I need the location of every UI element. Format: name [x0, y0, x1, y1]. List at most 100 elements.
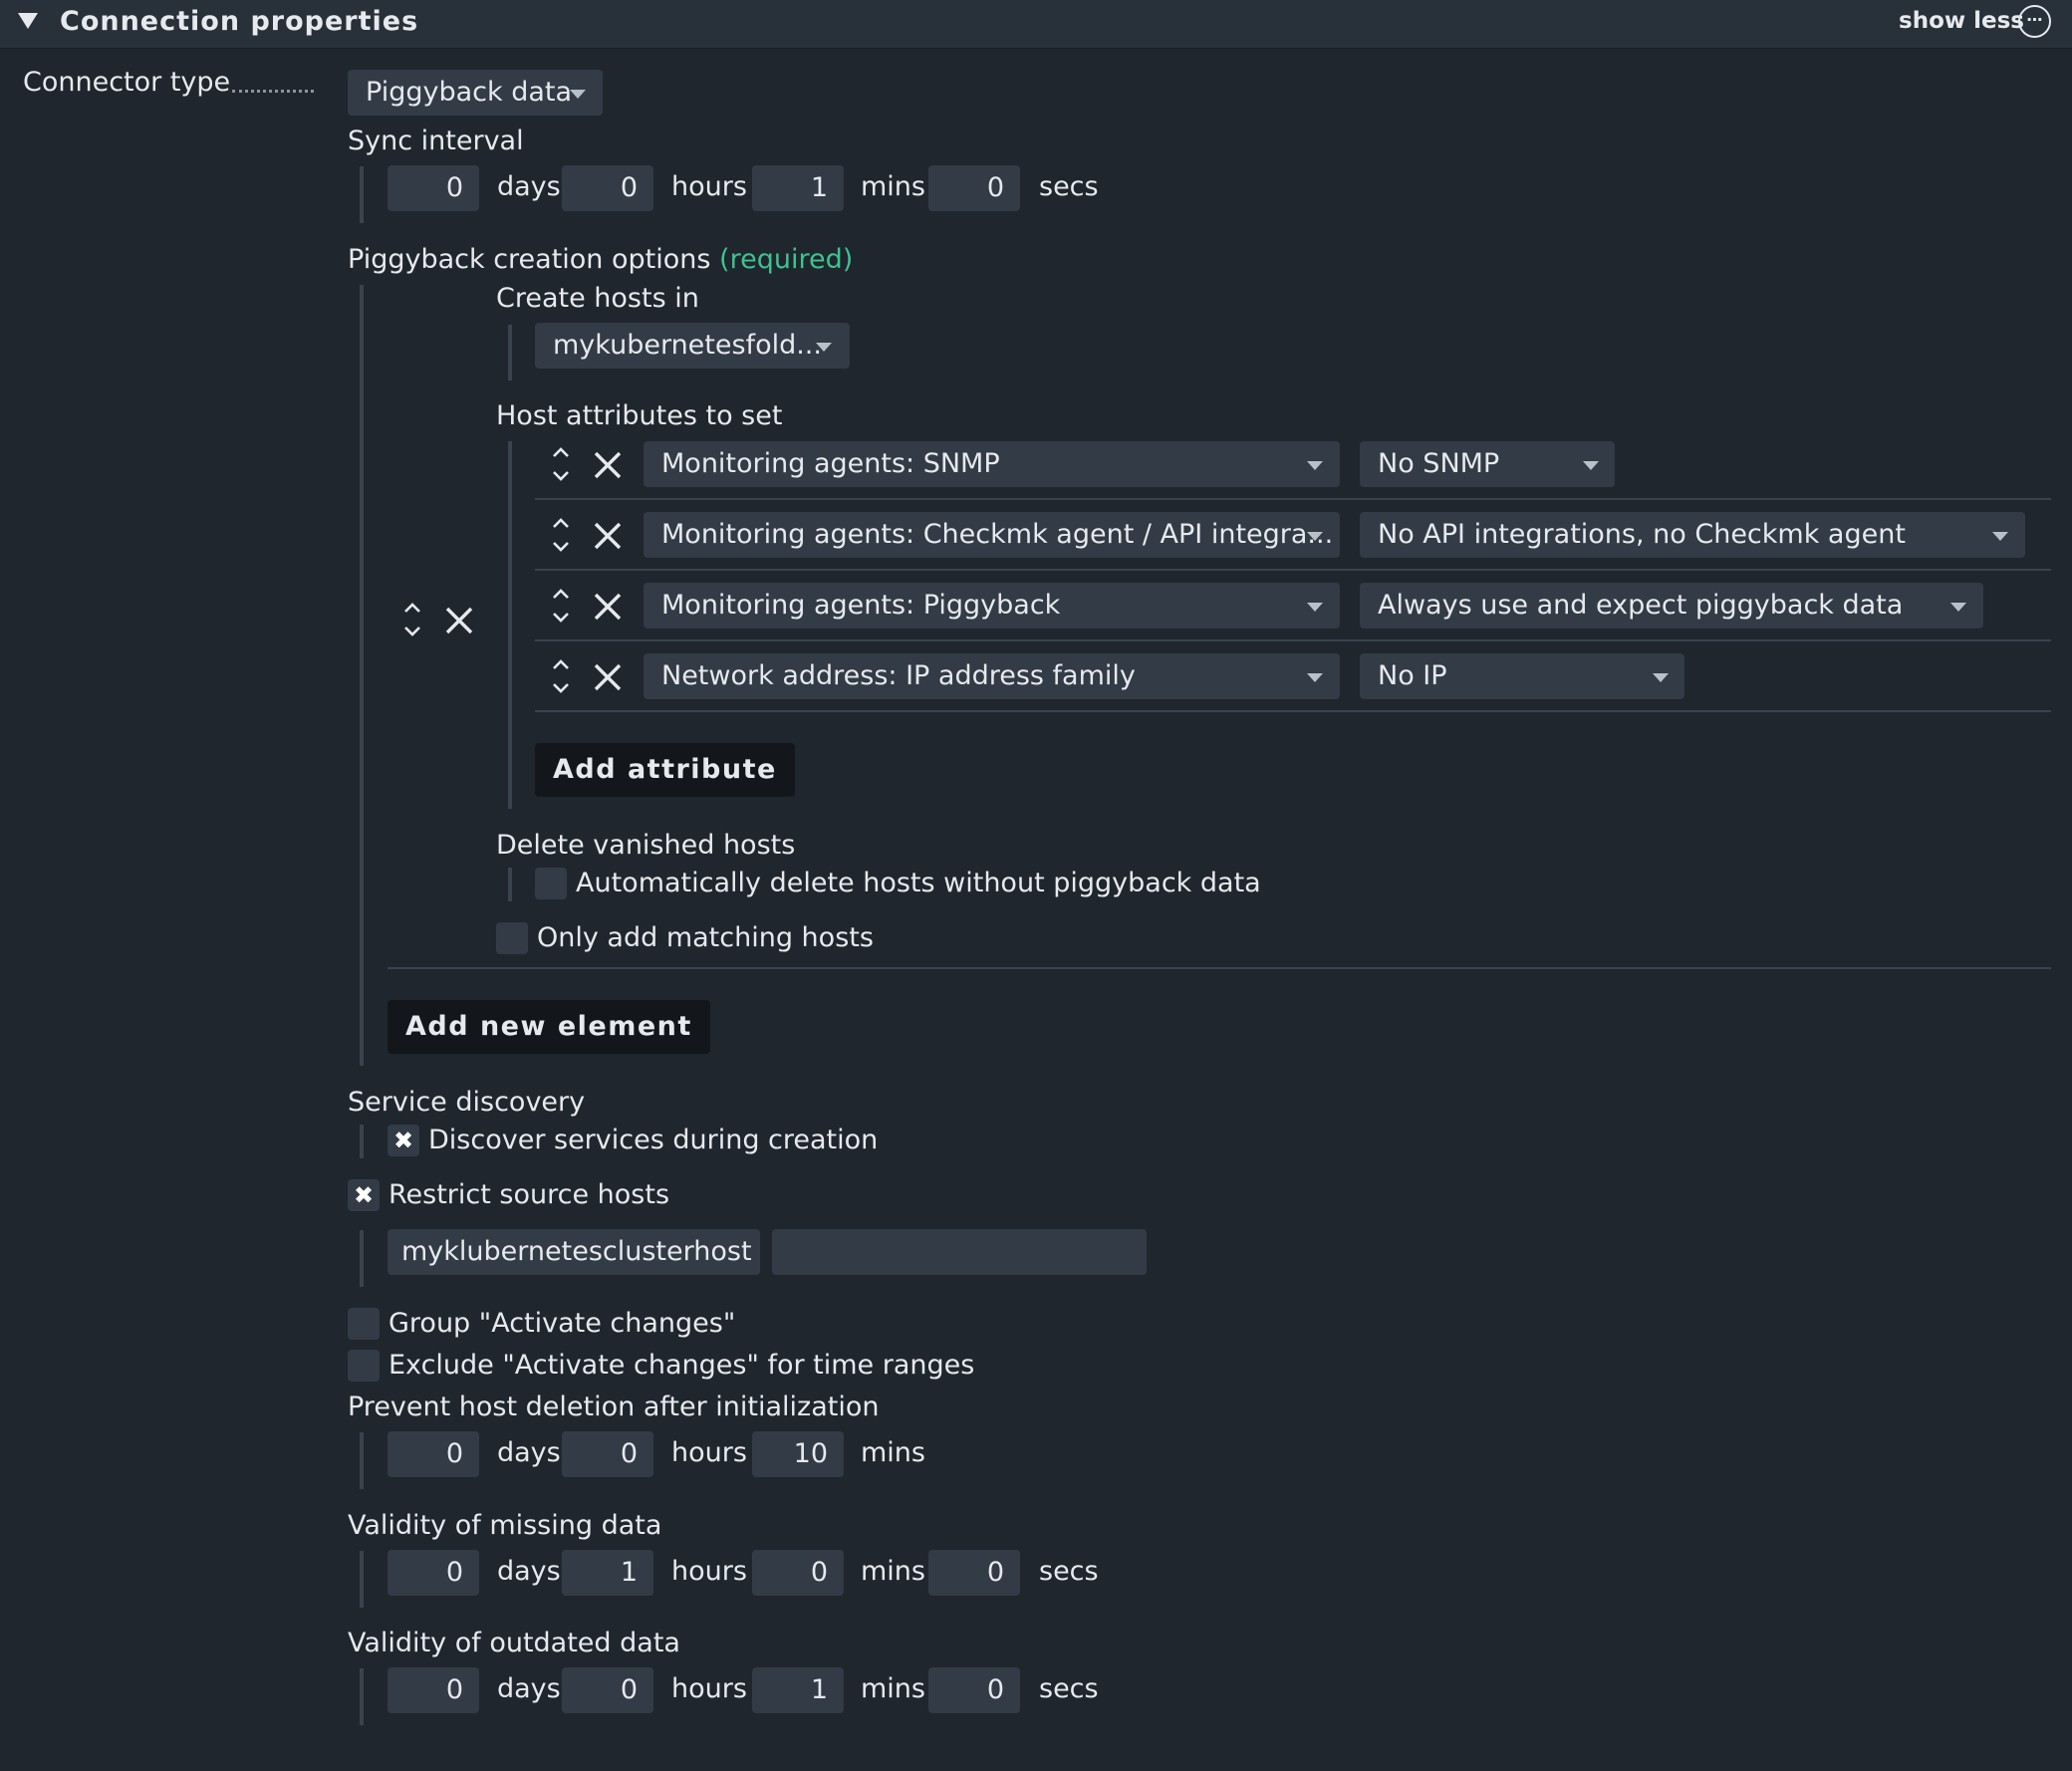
chevron-down-icon: [1307, 603, 1323, 612]
attribute-value-select[interactable]: No API integrations, no Checkmk agent: [1360, 512, 2025, 558]
mins-unit: mins: [861, 1556, 925, 1587]
move-updown-icon[interactable]: [550, 656, 572, 696]
indent-line: [360, 166, 364, 223]
section-title: Connection properties: [60, 6, 419, 37]
indent-line: [360, 1125, 364, 1158]
chevron-down-icon: [570, 90, 586, 99]
outdated-secs-input[interactable]: 0: [928, 1667, 1020, 1713]
indent-line: [508, 325, 512, 380]
hours-unit: hours: [671, 1437, 747, 1468]
service-discovery-label: Service discovery: [348, 1087, 586, 1118]
mins-unit: mins: [861, 1437, 925, 1468]
outdated-mins-input[interactable]: 1: [752, 1667, 844, 1713]
source-host-input-empty[interactable]: [772, 1229, 1147, 1275]
indent-line: [360, 1230, 364, 1287]
dotted-leader: [232, 90, 314, 93]
hours-unit: hours: [671, 171, 747, 202]
remove-x-icon[interactable]: [593, 521, 623, 551]
attribute-value: No API integrations, no Checkmk agent: [1378, 519, 1906, 550]
secs-unit: secs: [1039, 171, 1099, 202]
exclude-activate-checkbox[interactable]: [348, 1350, 380, 1382]
secs-unit: secs: [1039, 1556, 1099, 1587]
outdated-hours-input[interactable]: 0: [562, 1667, 653, 1713]
attribute-value-select[interactable]: No IP: [1360, 653, 1684, 699]
attribute-name-select[interactable]: Monitoring agents: SNMP: [644, 441, 1340, 487]
connection-properties-header[interactable]: Connection properties show less ⋯: [0, 0, 2072, 49]
remove-x-icon[interactable]: [593, 592, 623, 622]
missing-hours-input[interactable]: 1: [562, 1550, 653, 1596]
piggyback-options-label: Piggyback creation options (required): [348, 244, 853, 275]
attribute-name-select[interactable]: Monitoring agents: Piggyback: [644, 583, 1340, 629]
attribute-name-value: Network address: IP address family: [661, 660, 1136, 691]
days-unit: days: [497, 1556, 561, 1587]
row-divider: [535, 498, 2051, 500]
attribute-name-select[interactable]: Network address: IP address family: [644, 653, 1340, 699]
days-unit: days: [497, 171, 561, 202]
chevron-down-icon: [1307, 461, 1323, 470]
days-unit: days: [497, 1437, 561, 1468]
attribute-value-select[interactable]: No SNMP: [1360, 441, 1615, 487]
connector-type-value: Piggyback data: [366, 77, 573, 108]
indent-line: [360, 1668, 364, 1725]
chevron-down-icon: [1583, 461, 1599, 470]
chevron-down-icon: [1307, 532, 1323, 541]
delete-vanished-checkbox[interactable]: [535, 868, 567, 899]
mins-unit: mins: [861, 1673, 925, 1704]
add-new-element-button[interactable]: Add new element: [388, 1000, 710, 1054]
restrict-source-checkbox[interactable]: ✖: [348, 1179, 380, 1211]
sync-interval-label: Sync interval: [348, 126, 524, 156]
missing-mins-input[interactable]: 0: [752, 1550, 844, 1596]
source-host-input[interactable]: myklubernetesclusterhost: [388, 1229, 760, 1275]
attribute-value: Always use and expect piggyback data: [1378, 590, 1904, 621]
secs-unit: secs: [1039, 1673, 1099, 1704]
sync-secs-input[interactable]: 0: [928, 165, 1020, 211]
hours-unit: hours: [671, 1673, 747, 1704]
outdated-days-input[interactable]: 0: [388, 1667, 479, 1713]
prevent-days-input[interactable]: 0: [388, 1431, 479, 1477]
add-attribute-button[interactable]: Add attribute: [535, 743, 795, 797]
indent-line: [360, 1551, 364, 1608]
group-activate-checkbox[interactable]: [348, 1308, 380, 1340]
validity-missing-label: Validity of missing data: [348, 1510, 662, 1541]
missing-days-input[interactable]: 0: [388, 1550, 479, 1596]
sync-days-input[interactable]: 0: [388, 165, 479, 211]
attribute-name-select[interactable]: Monitoring agents: Checkmk agent / API i…: [644, 512, 1340, 558]
move-updown-icon[interactable]: [550, 444, 572, 484]
sync-hours-input[interactable]: 0: [562, 165, 653, 211]
move-updown-icon[interactable]: [550, 515, 572, 555]
chevron-down-icon: [1992, 532, 2008, 541]
show-less-link[interactable]: show less: [1899, 8, 2024, 34]
discover-services-checkbox[interactable]: ✖: [388, 1125, 419, 1156]
attribute-value: No IP: [1378, 660, 1447, 691]
delete-vanished-label: Delete vanished hosts: [496, 830, 796, 861]
prevent-hours-input[interactable]: 0: [562, 1431, 653, 1477]
attribute-name-value: Monitoring agents: SNMP: [661, 448, 1000, 479]
sync-mins-input[interactable]: 1: [752, 165, 844, 211]
create-hosts-in-value: mykubernetesfold...: [553, 330, 822, 361]
remove-x-icon[interactable]: [593, 662, 623, 692]
connector-type-select[interactable]: Piggyback data: [348, 70, 603, 116]
attribute-value-select[interactable]: Always use and expect piggyback data: [1360, 583, 1983, 629]
collapse-triangle-icon[interactable]: [18, 13, 38, 29]
piggyback-options-title: Piggyback creation options: [348, 244, 711, 275]
row-divider: [535, 710, 2051, 712]
remove-x-icon[interactable]: [593, 450, 623, 480]
remove-x-icon[interactable]: [444, 606, 474, 635]
create-hosts-in-select[interactable]: mykubernetesfold...: [535, 323, 850, 369]
indent-line: [508, 441, 512, 809]
move-updown-icon[interactable]: [401, 600, 423, 639]
indent-line: [360, 1432, 364, 1489]
more-options-icon[interactable]: ⋯: [2018, 5, 2051, 38]
connector-type-label: Connector type: [23, 67, 231, 98]
indent-line: [508, 868, 512, 901]
attribute-name-value: Monitoring agents: Checkmk agent / API i…: [661, 519, 1334, 550]
delete-vanished-option: Automatically delete hosts without piggy…: [576, 868, 1261, 898]
only-matching-checkbox[interactable]: [496, 922, 528, 954]
prevent-mins-input[interactable]: 10: [752, 1431, 844, 1477]
missing-secs-input[interactable]: 0: [928, 1550, 1020, 1596]
only-matching-label: Only add matching hosts: [537, 922, 874, 953]
element-divider: [388, 967, 2051, 969]
move-updown-icon[interactable]: [550, 586, 572, 626]
chevron-down-icon: [1653, 673, 1669, 682]
attribute-value: No SNMP: [1378, 448, 1500, 479]
